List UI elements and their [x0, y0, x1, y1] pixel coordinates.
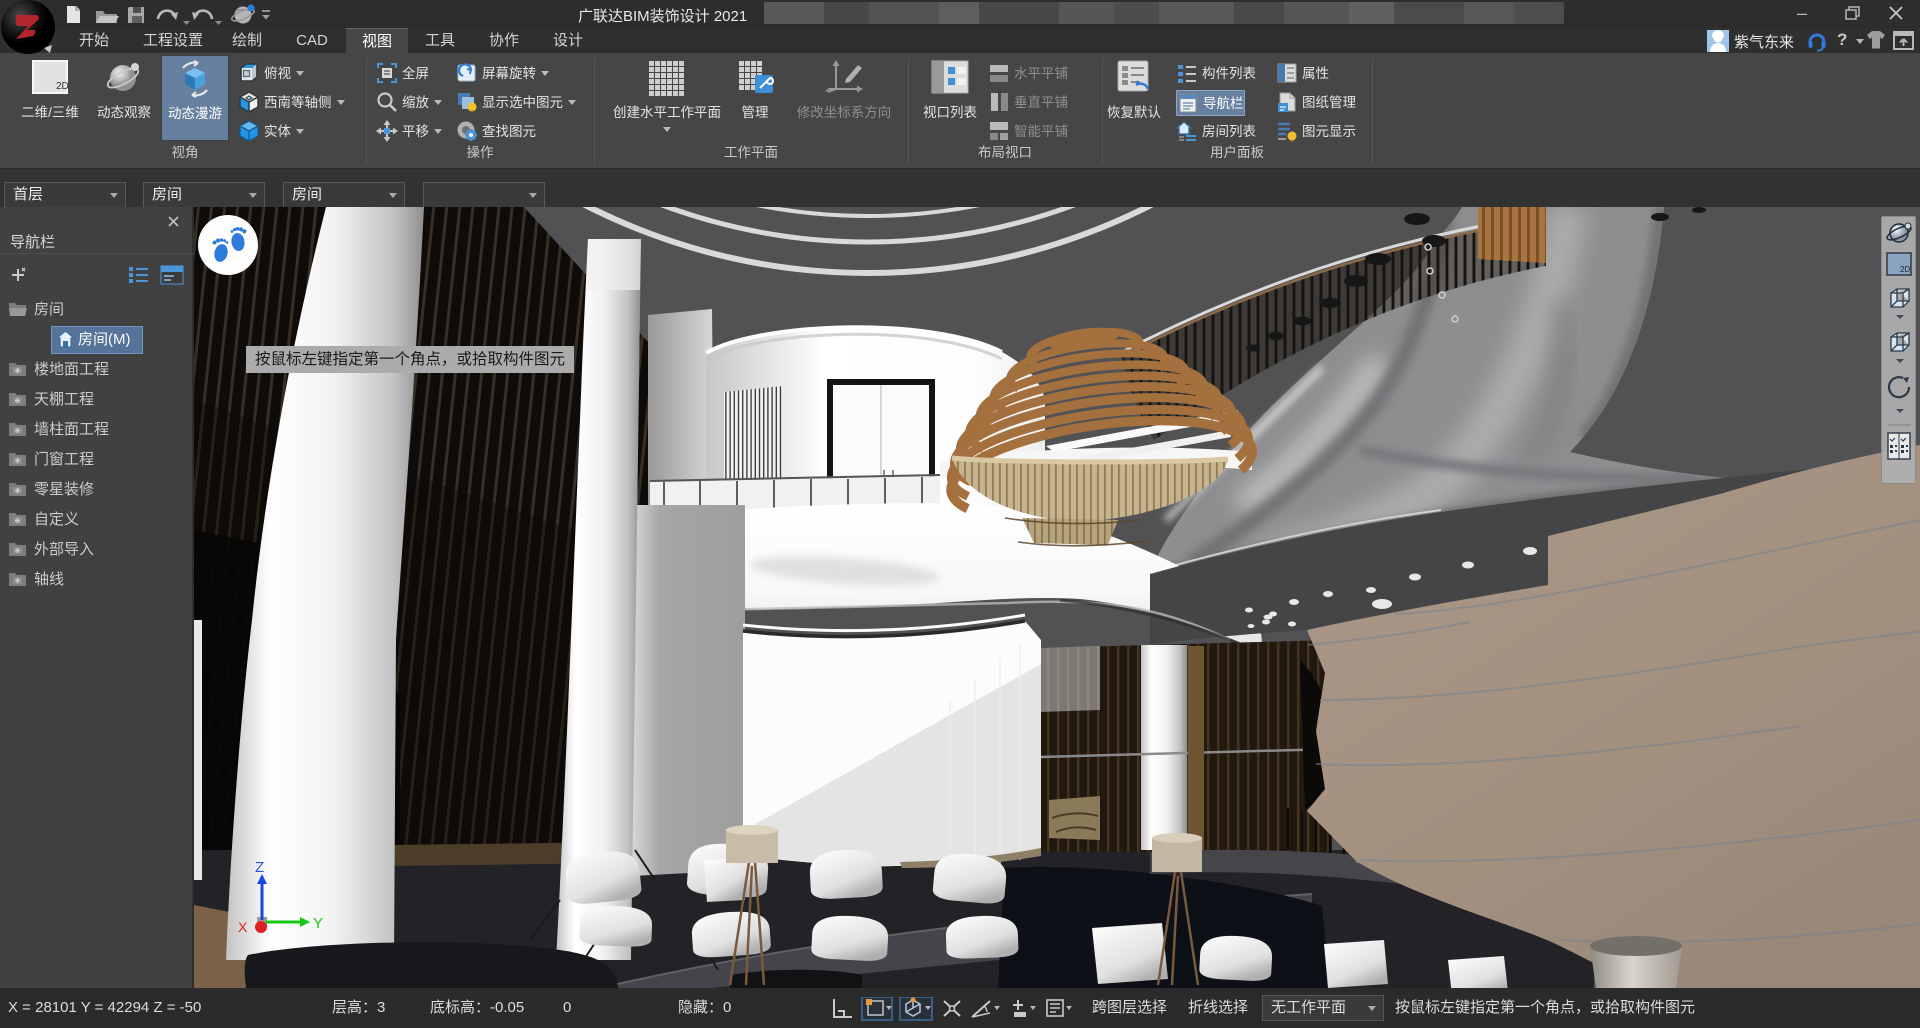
- svg-text:Z: Z: [255, 859, 264, 876]
- svg-text:Y: Y: [313, 915, 323, 932]
- svg-text:X: X: [238, 919, 248, 935]
- svg-text:2D: 2D: [56, 81, 69, 92]
- svg-text:2D: 2D: [1900, 265, 1910, 274]
